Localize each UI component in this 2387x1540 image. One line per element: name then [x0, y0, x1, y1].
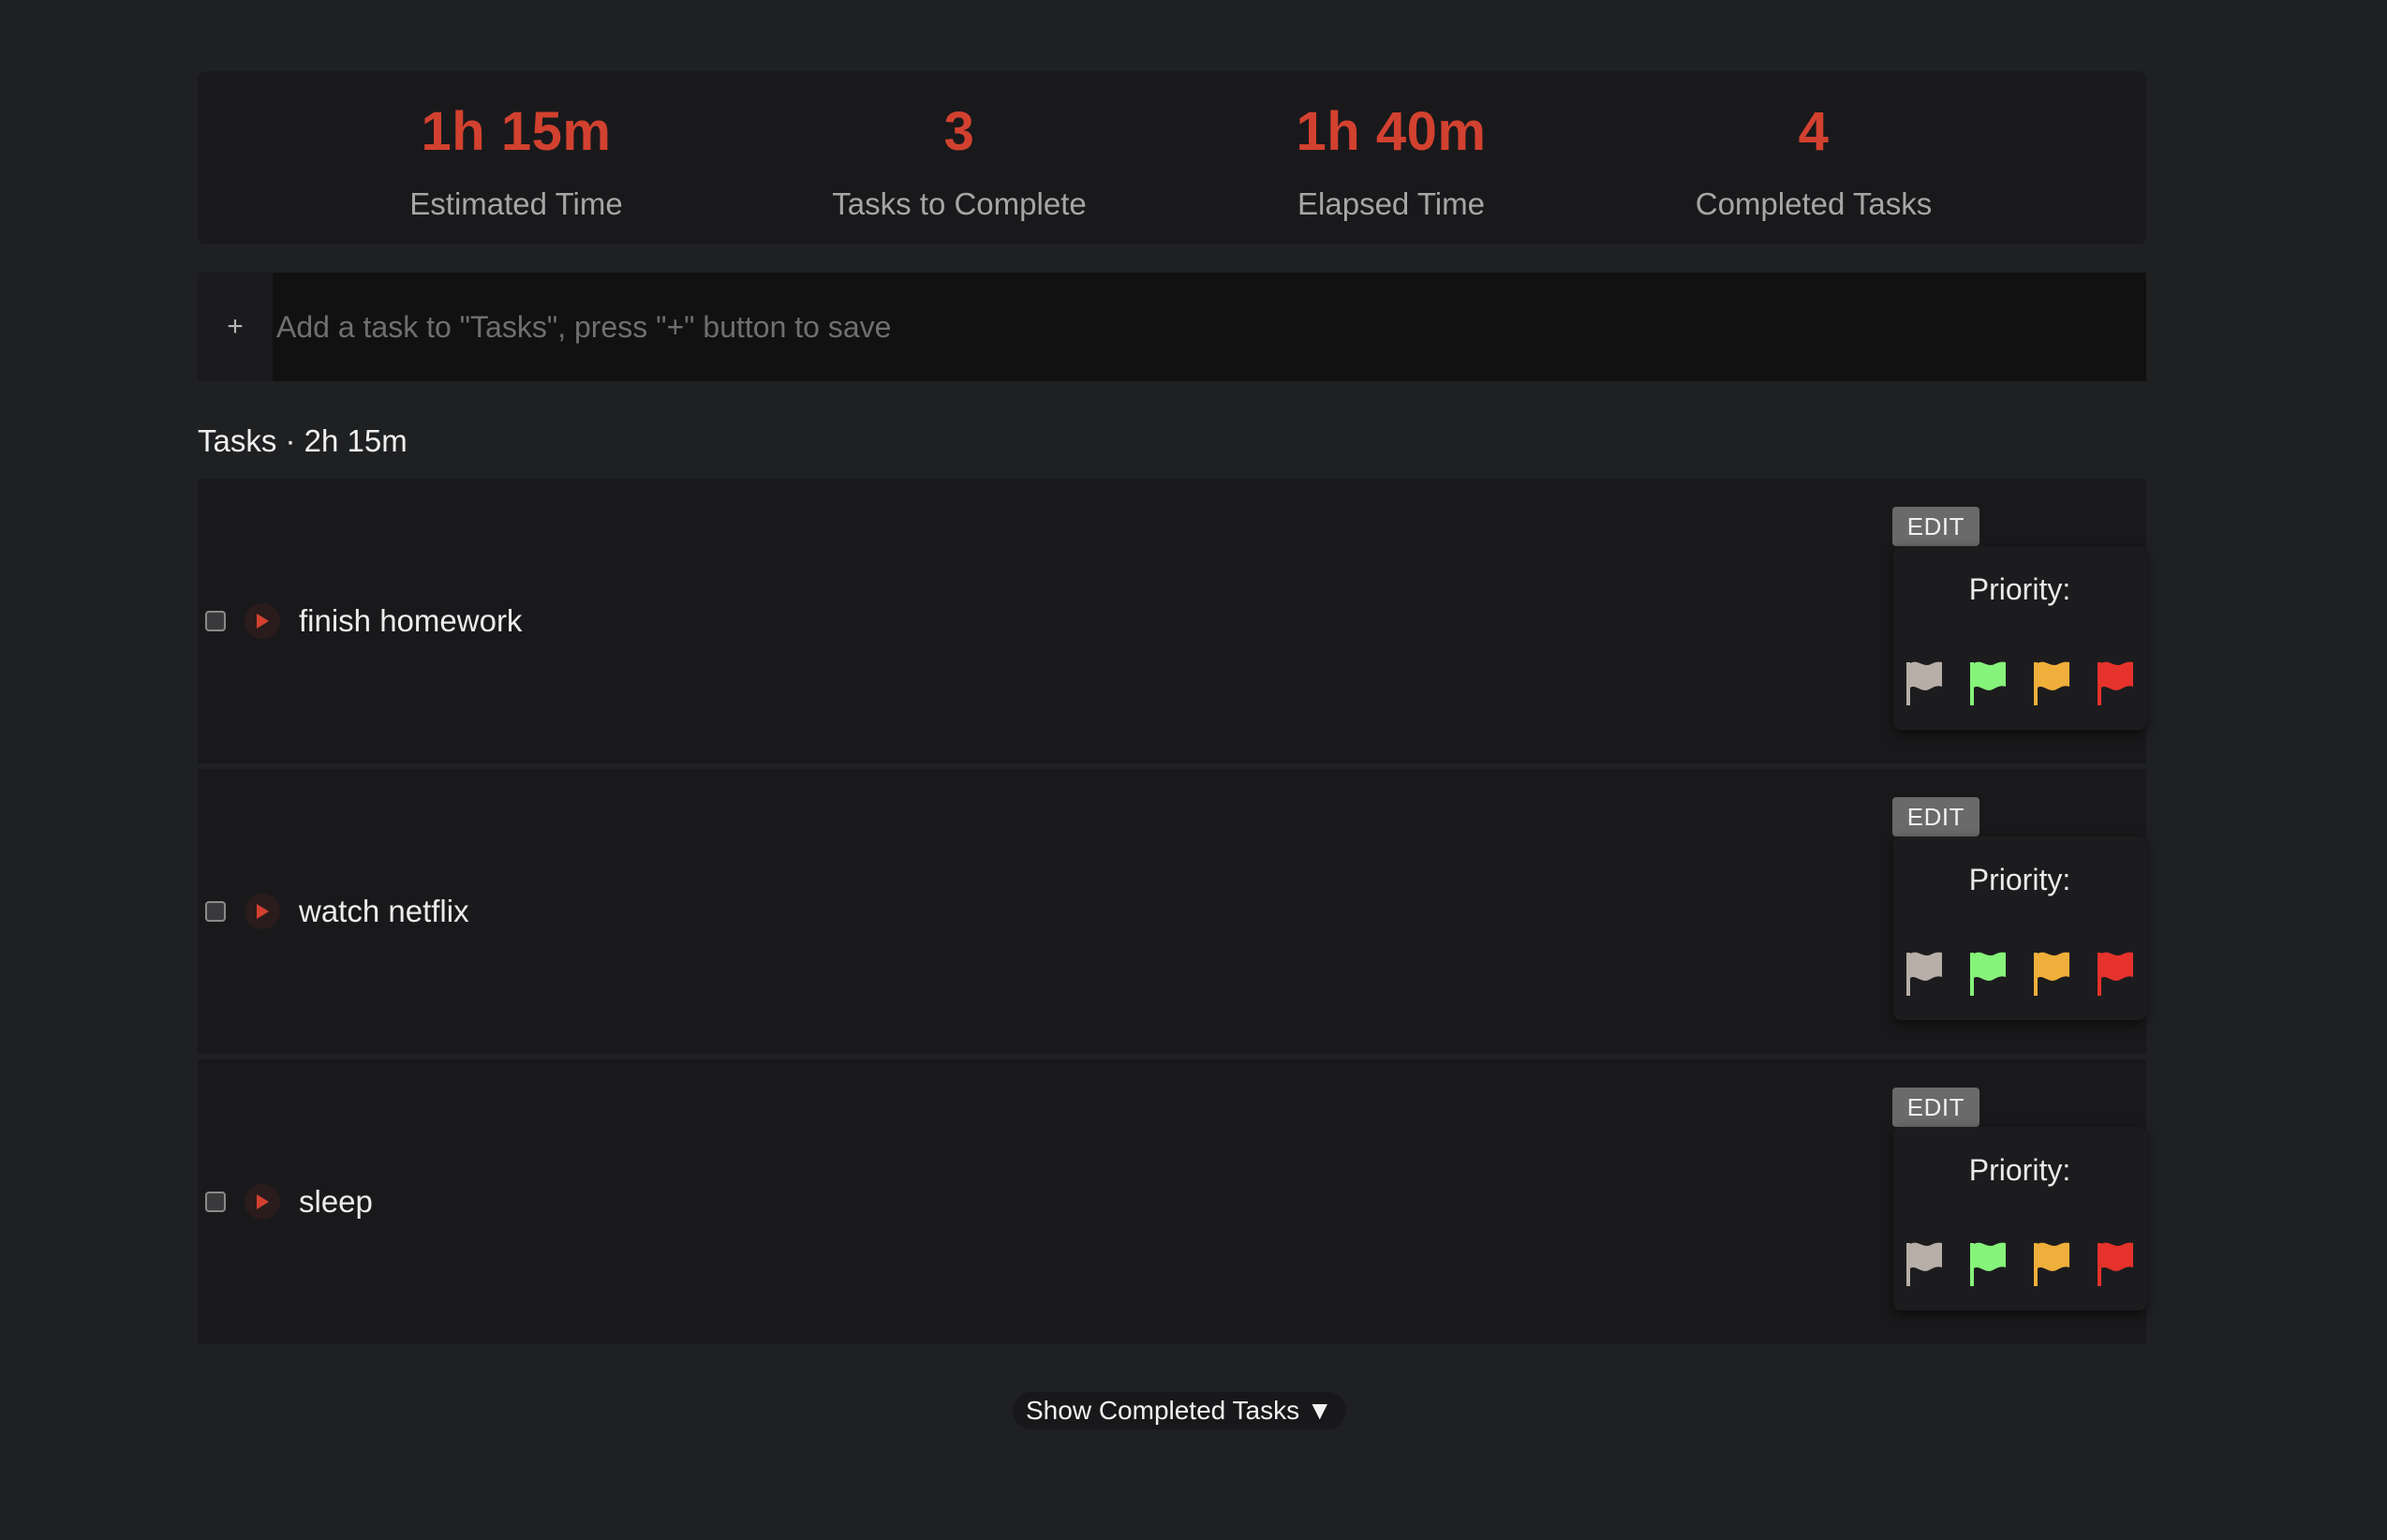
play-button[interactable] [245, 603, 280, 639]
stat-label: Elapsed Time [1297, 186, 1485, 221]
add-task-button[interactable]: + [198, 273, 273, 381]
add-task-bar: + [198, 273, 2146, 381]
task-name: sleep [299, 1184, 373, 1219]
priority-label: Priority: [1968, 572, 2071, 606]
priority-popover: Priority: [1893, 837, 2146, 1020]
task-main: finish homework [205, 479, 522, 763]
flag-none-icon[interactable] [1903, 659, 1946, 707]
stat-completed-tasks: 4 Completed Tasks [1617, 90, 2010, 230]
play-icon [257, 614, 269, 629]
stat-label: Completed Tasks [1695, 186, 1933, 221]
stats-panel: 1h 15m Estimated Time 3 Tasks to Complet… [198, 71, 2146, 244]
stat-label: Tasks to Complete [832, 186, 1087, 221]
flag-low-icon[interactable] [1966, 1239, 2009, 1288]
stat-label: Estimated Time [409, 186, 623, 221]
flag-none-icon[interactable] [1903, 1239, 1946, 1288]
task-row: watch netflix EDIT Priority: [198, 769, 2146, 1054]
stat-value: 3 [943, 101, 975, 162]
task-name: watch netflix [299, 894, 469, 928]
play-icon [257, 1194, 269, 1209]
task-checkbox[interactable] [205, 611, 226, 631]
flag-low-icon[interactable] [1966, 659, 2009, 707]
stat-value: 1h 15m [421, 101, 612, 162]
task-main: sleep [205, 1059, 373, 1344]
flag-low-icon[interactable] [1966, 949, 2009, 998]
play-icon [257, 904, 269, 919]
play-button[interactable] [245, 1184, 280, 1220]
priority-label: Priority: [1968, 1153, 2071, 1187]
edit-button[interactable]: EDIT [1891, 507, 1979, 546]
app-main: 1h 15m Estimated Time 3 Tasks to Complet… [198, 71, 2146, 1344]
stat-value: 1h 40m [1296, 101, 1487, 162]
priority-flags [1903, 659, 2137, 707]
flag-high-icon[interactable] [2094, 659, 2137, 707]
task-main: watch netflix [205, 769, 469, 1054]
edit-button[interactable]: EDIT [1891, 797, 1979, 837]
add-task-input[interactable] [273, 273, 2146, 381]
flag-none-icon[interactable] [1903, 949, 1946, 998]
flag-high-icon[interactable] [2094, 1239, 2137, 1288]
stat-elapsed-time: 1h 40m Elapsed Time [1194, 90, 1588, 230]
priority-popover: Priority: [1893, 546, 2146, 730]
priority-flags [1903, 1239, 2137, 1288]
flag-medium-icon[interactable] [2030, 1239, 2073, 1288]
priority-label: Priority: [1968, 863, 2071, 896]
flag-high-icon[interactable] [2094, 949, 2137, 998]
show-completed-tasks-button[interactable]: Show Completed Tasks ▼ [1013, 1392, 1346, 1429]
stat-tasks-to-complete: 3 Tasks to Complete [763, 90, 1156, 230]
task-checkbox[interactable] [205, 901, 226, 922]
priority-popover: Priority: [1893, 1127, 2146, 1310]
task-checkbox[interactable] [205, 1192, 226, 1212]
flag-medium-icon[interactable] [2030, 949, 2073, 998]
edit-button[interactable]: EDIT [1891, 1088, 1979, 1127]
priority-flags [1903, 949, 2137, 998]
play-button[interactable] [245, 894, 280, 929]
task-row: sleep EDIT Priority: [198, 1059, 2146, 1344]
stat-estimated-time: 1h 15m Estimated Time [319, 90, 713, 230]
stat-value: 4 [1798, 101, 1830, 162]
task-row: finish homework EDIT Priority: [198, 479, 2146, 763]
task-list: finish homework EDIT Priority: watch net… [198, 479, 2146, 1344]
flag-medium-icon[interactable] [2030, 659, 2073, 707]
task-name: finish homework [299, 603, 523, 638]
section-title: Tasks · 2h 15m [198, 423, 408, 458]
